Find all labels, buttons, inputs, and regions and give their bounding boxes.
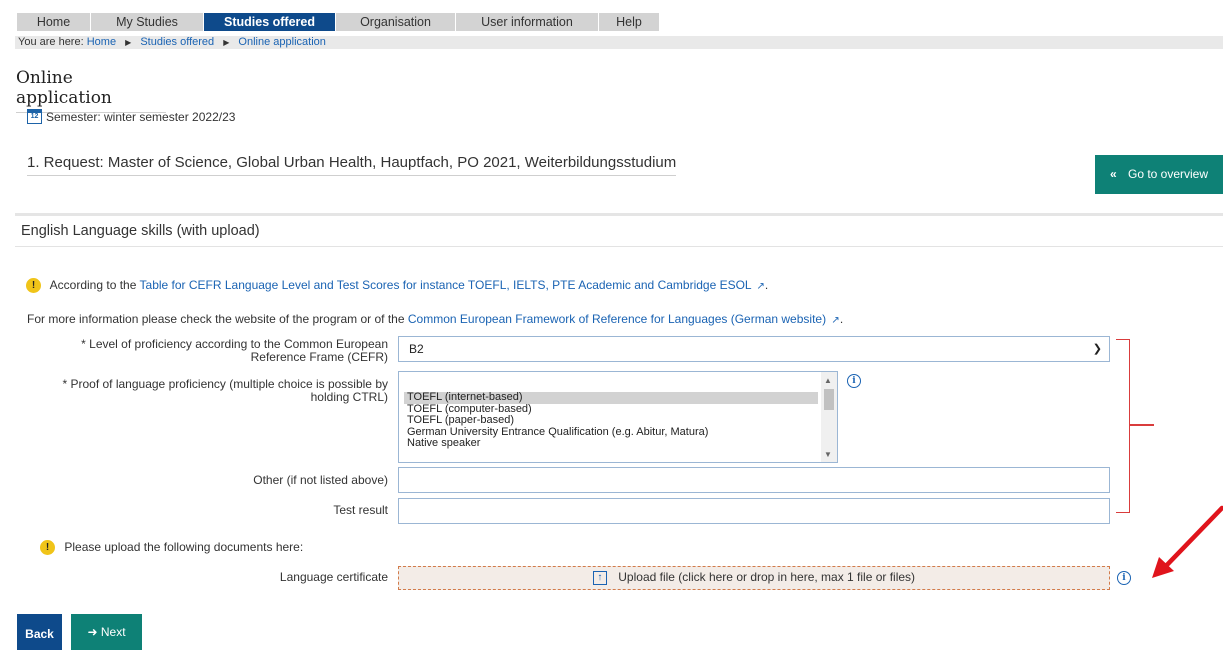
main-navigation: Home My Studies Studies offered Organisa…: [17, 13, 660, 31]
next-button[interactable]: ➜ Next: [71, 614, 142, 650]
breadcrumb-prefix: You are here:: [18, 36, 84, 48]
external-link-icon: ↗: [831, 315, 840, 326]
other-label: Other (if not listed above): [253, 473, 388, 487]
breadcrumb-online-application[interactable]: Online application: [238, 36, 325, 48]
more-info-line: For more information please check the we…: [27, 312, 843, 326]
test-result-label: Test result: [333, 503, 388, 517]
upload-notice-text: Please upload the following documents he…: [64, 540, 304, 554]
page-title: Online application: [16, 68, 166, 113]
proof-listbox[interactable]: TOEFL (internet-based) TOEFL (computer-b…: [398, 371, 838, 463]
proof-option-toefl-internet[interactable]: TOEFL (internet-based): [404, 391, 818, 404]
tab-help[interactable]: Help: [599, 13, 660, 31]
upload-dropzone-text: Upload file (click here or drop in here,…: [618, 570, 916, 584]
section-divider: [15, 246, 1223, 247]
test-result-input[interactable]: [398, 498, 1110, 524]
tab-organisation[interactable]: Organisation: [336, 13, 456, 31]
info-icon: !: [26, 278, 41, 294]
cefr-info-prefix: According to the: [49, 278, 137, 292]
request-title: 1. Request: Master of Science, Global Ur…: [27, 154, 677, 176]
other-input[interactable]: [398, 467, 1110, 493]
upload-help-icon[interactable]: i: [1117, 571, 1131, 585]
next-label: Next: [100, 625, 126, 639]
semester-info: 12 Semester: winter semester 2022/23: [27, 109, 235, 124]
annotation-arrow: [1152, 505, 1223, 578]
cefr-info-suffix: .: [764, 278, 769, 292]
scroll-thumb[interactable]: [824, 389, 834, 410]
proof-label-line2: holding CTRL): [310, 390, 388, 404]
breadcrumb-home[interactable]: Home: [87, 36, 116, 48]
go-to-overview-label: Go to overview: [1127, 167, 1209, 181]
chevron-right-icon: ▶: [125, 38, 132, 47]
calendar-icon: 12: [27, 109, 42, 124]
info-icon: !: [40, 540, 55, 556]
cefr-website-link[interactable]: Common European Framework of Reference f…: [408, 312, 826, 326]
proof-options: TOEFL (internet-based) TOEFL (computer-b…: [404, 391, 818, 450]
cefr-table-link[interactable]: Table for CEFR Language Level and Test S…: [140, 278, 752, 292]
external-link-icon: ↗: [756, 281, 765, 292]
tab-user-information[interactable]: User information: [456, 13, 599, 31]
semester-label: Semester: winter semester 2022/23: [46, 109, 236, 124]
certificate-label: Language certificate: [279, 570, 388, 584]
tab-studies-offered[interactable]: Studies offered: [204, 13, 336, 31]
more-info-prefix: For more information please check the we…: [27, 312, 405, 326]
proof-option-toefl-paper[interactable]: TOEFL (paper-based): [404, 414, 818, 427]
level-label-line2: Reference Frame (CEFR): [250, 350, 388, 364]
chevron-down-icon: ❯: [1092, 343, 1102, 355]
annotation-bracket: [1116, 339, 1130, 513]
double-chevron-left-icon: «: [1109, 167, 1117, 181]
level-select[interactable]: B2 ❯: [398, 336, 1110, 362]
level-select-value: B2: [409, 342, 424, 356]
breadcrumb-studies-offered[interactable]: Studies offered: [140, 36, 214, 48]
cefr-info-line: ! According to the Table for CEFR Langua…: [26, 278, 769, 294]
arrow-right-icon: ➜: [87, 625, 98, 639]
annotation-bracket-tip: [1130, 424, 1154, 426]
chevron-right-icon: ▶: [223, 38, 230, 47]
more-info-suffix: .: [839, 312, 844, 326]
tab-my-studies[interactable]: My Studies: [91, 13, 204, 31]
proof-label: * Proof of language proficiency (multipl…: [28, 378, 388, 404]
proof-listbox-scrollbar[interactable]: ▲ ▼: [821, 372, 837, 462]
back-button[interactable]: Back: [17, 614, 62, 650]
tab-home[interactable]: Home: [17, 13, 91, 31]
upload-icon: ↑: [592, 570, 607, 585]
proof-option-native-speaker[interactable]: Native speaker: [404, 437, 818, 450]
scroll-down-icon[interactable]: ▼: [824, 450, 832, 459]
section-title: English Language skills (with upload): [21, 223, 260, 239]
level-label: * Level of proficiency according to the …: [28, 338, 388, 364]
upload-dropzone[interactable]: ↑ Upload file (click here or drop in her…: [398, 566, 1110, 590]
go-to-overview-button[interactable]: « Go to overview: [1095, 155, 1223, 194]
proof-help-icon[interactable]: i: [847, 374, 861, 388]
breadcrumb: You are here: Home ▶ Studies offered ▶ O…: [15, 36, 1223, 49]
upload-notice: ! Please upload the following documents …: [40, 540, 304, 556]
scroll-up-icon[interactable]: ▲: [824, 376, 832, 385]
